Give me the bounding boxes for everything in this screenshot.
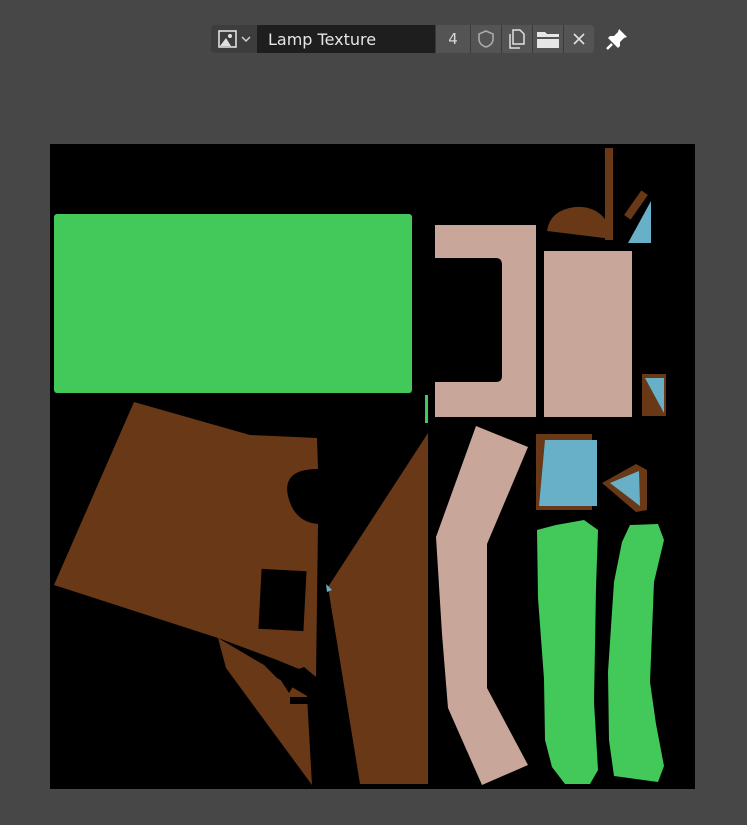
uv-island-brown-large [54, 402, 318, 677]
image-datablock-selector: Lamp Texture 4 [211, 25, 594, 53]
duplicate-image-button[interactable] [501, 25, 532, 53]
browse-image-button[interactable] [211, 25, 257, 53]
shield-icon [476, 29, 496, 49]
uv-island-brown-stem [605, 148, 613, 240]
duplicate-icon [506, 28, 528, 50]
uv-island-green-strip-left [537, 520, 598, 784]
uv-hole-strip [290, 697, 318, 704]
uv-island-blue-3 [539, 440, 597, 506]
open-image-button[interactable] [532, 25, 563, 53]
uv-island-brown-semicircle [547, 206, 612, 239]
texture-canvas[interactable] [50, 144, 695, 789]
pin-button[interactable] [604, 26, 630, 52]
fake-user-button[interactable] [470, 25, 501, 53]
chevron-down-icon [241, 34, 251, 44]
folder-icon [536, 29, 560, 49]
pin-icon [605, 27, 629, 51]
uv-island-pink-cshape [435, 225, 536, 417]
unlink-image-button[interactable] [563, 25, 594, 53]
image-icon [217, 28, 239, 50]
close-icon [571, 31, 587, 47]
uv-island-pink-strip [436, 426, 528, 785]
texture-image [54, 148, 666, 785]
uv-hole-window [258, 568, 307, 632]
uv-island-brown-tall [328, 433, 428, 784]
uv-island-green-rect [54, 214, 412, 393]
uv-island-green-strip-right [608, 524, 664, 782]
texture-name-field[interactable]: Lamp Texture [257, 25, 435, 53]
users-count-button[interactable]: 4 [435, 25, 470, 53]
uv-island-pink-block [544, 251, 632, 417]
uv-sliver-green [425, 395, 428, 423]
